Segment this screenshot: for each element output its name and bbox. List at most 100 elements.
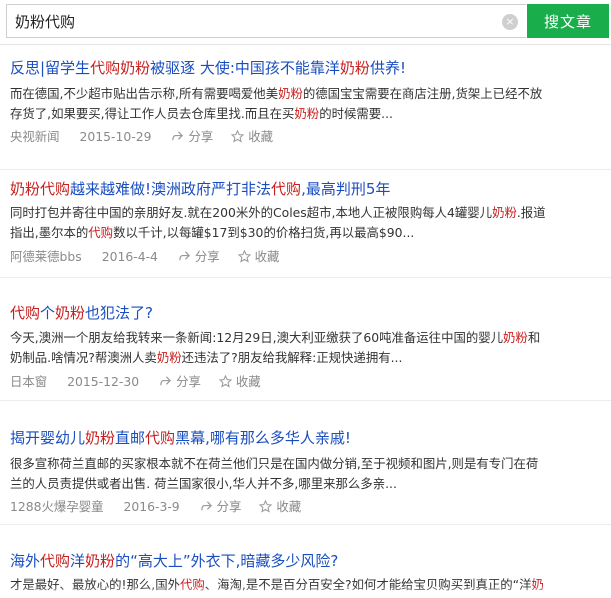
text-segment: 的时候需要... xyxy=(319,106,393,121)
snippet-line: 奶制品.啥情况?帮澳洲人卖奶粉还违法了?朋友给我解释:正规快递拥有... xyxy=(10,348,608,368)
text-segment: 今天,澳洲一个朋友给我转来一条新闻:12月29日,澳大利亚缴获了60吨准备运往中… xyxy=(10,330,504,345)
result-item: 代购个奶粉也犯法了? 今天,澳洲一个朋友给我转来一条新闻:12月29日,澳大利亚… xyxy=(0,278,611,401)
star-icon xyxy=(259,500,273,513)
snippet-line: 很多宣称荷兰直邮的买家根本就不在荷兰他们只是在国内做分销,至于视频和图片,则是有… xyxy=(10,454,608,474)
share-button[interactable]: 分享 xyxy=(200,497,242,516)
snippet-line: 今天,澳洲一个朋友给我转来一条新闻:12月29日,澳大利亚缴获了60吨准备运往中… xyxy=(10,328,608,348)
keyword-highlight: 代购 xyxy=(40,552,71,570)
text-segment: 反思|留学生 xyxy=(10,59,91,77)
result-meta: 央视新闻 2015-10-29 分享 收藏 xyxy=(10,127,287,146)
keyword-highlight: 代购 xyxy=(271,180,302,198)
text-segment: 的德国宝宝需要在商店注册,货架上已经不放 xyxy=(302,86,543,101)
keyword-highlight: 奶粉 xyxy=(339,59,370,77)
result-snippet: 同时打包并寄往中国的亲朋好友.就在200米外的Coles超市,本地人正被限购每人… xyxy=(10,203,608,243)
text-segment: 洋 xyxy=(70,552,86,570)
bottom-fade xyxy=(0,586,611,598)
search-input[interactable] xyxy=(15,5,495,37)
keyword-highlight: 代购 xyxy=(88,225,114,240)
result-snippet: 很多宣称荷兰直邮的买家根本就不在荷兰他们只是在国内做分销,至于视频和图片,则是有… xyxy=(10,454,608,494)
result-title[interactable]: 揭开婴幼儿奶粉直邮代购黑幕,哪有那么多华人亲戚! xyxy=(10,428,351,448)
snippet-line: 兰的人员责提供或者出售. 荷兰国家很小,华人并不多,哪里来那么多亲... xyxy=(10,474,608,494)
search-input-wrap: × xyxy=(6,4,526,38)
search-bar: × 搜文章 xyxy=(0,0,611,45)
text-segment: 很多宣称荷兰直邮的买家根本就不在荷兰他们只是在国内做分销,至于视频和图片,则是有… xyxy=(10,456,539,471)
text-segment: 揭开婴幼儿 xyxy=(10,429,86,447)
result-source[interactable]: 央视新闻 xyxy=(10,128,60,146)
text-segment: 被驱逐 大使:中国孩不能靠洋 xyxy=(150,59,340,77)
favorite-label: 收藏 xyxy=(235,373,261,389)
text-segment: 黑幕,哪有那么多华人亲戚! xyxy=(175,429,351,447)
share-button[interactable]: 分享 xyxy=(159,372,201,391)
keyword-highlight: 代购 xyxy=(145,429,176,447)
text-segment: 存货了,如果要买,得让工作人员去仓库里找.而且在买 xyxy=(10,106,295,121)
snippet-line: 而在德国,不少超市贴出告示称,所有需要喝爱他美奶粉的德国宝宝需要在商店注册,货架… xyxy=(10,84,608,104)
result-meta: 1288火爆孕婴童 2016-3-9 分享 收藏 xyxy=(10,497,315,516)
result-date: 2016-4-4 xyxy=(101,248,158,264)
share-button[interactable]: 分享 xyxy=(171,127,213,146)
favorite-button[interactable]: 收藏 xyxy=(259,497,301,516)
keyword-highlight: 代购 xyxy=(90,59,121,77)
result-title[interactable]: 反思|留学生代购奶粉被驱逐 大使:中国孩不能靠洋奶粉供养! xyxy=(10,58,406,78)
keyword-highlight: 奶粉 xyxy=(278,86,303,101)
text-segment: 而在德国,不少超市贴出告示称,所有需要喝爱他美 xyxy=(10,86,279,101)
text-segment: 还违法了?朋友给我解释:正规快递拥有... xyxy=(181,350,403,365)
result-source[interactable]: 阿德莱德bbs xyxy=(10,248,82,266)
result-date: 2016-3-9 xyxy=(123,498,180,514)
star-icon xyxy=(231,130,245,143)
result-source[interactable]: 日本窗 xyxy=(10,373,47,391)
share-icon xyxy=(160,376,172,386)
share-icon xyxy=(179,251,190,261)
text-segment: 的“高大上”外衣下,暗藏多少风险? xyxy=(115,552,339,570)
text-segment: 兰的人员责提供或者出售. 荷兰国家很小,华人并不多,哪里来那么多亲... xyxy=(10,476,397,491)
result-meta: 日本窗 2015-12-30 分享 收藏 xyxy=(10,372,275,391)
keyword-highlight: 奶粉 xyxy=(55,304,86,322)
text-segment: 个 xyxy=(40,304,56,322)
text-segment: .报道 xyxy=(516,205,546,220)
text-segment: 数以千计,以每罐$17到$30的价格扫货,再以最高$90... xyxy=(113,225,415,240)
favorite-label: 收藏 xyxy=(254,248,280,264)
favorite-label: 收藏 xyxy=(276,498,302,514)
search-button[interactable]: 搜文章 xyxy=(527,4,609,38)
snippet-line: 指出,墨尔本的代购数以千计,以每罐$17到$30的价格扫货,再以最高$90... xyxy=(10,223,608,243)
text-segment: ,最高判刑5年 xyxy=(301,180,391,198)
keyword-highlight: 奶粉 xyxy=(120,59,151,77)
snippet-line: 存货了,如果要买,得让工作人员去仓库里找.而且在买奶粉的时候需要... xyxy=(10,104,608,124)
result-date: 2015-10-29 xyxy=(79,128,152,144)
result-item: 奶粉代购越来越难做!澳洲政府严打非法代购,最高判刑5年 同时打包并寄往中国的亲朋… xyxy=(0,170,611,278)
result-date: 2015-12-30 xyxy=(67,373,140,389)
favorite-button[interactable]: 收藏 xyxy=(237,247,280,266)
text-segment: 也犯法了? xyxy=(85,304,154,322)
keyword-highlight: 奶粉 xyxy=(156,350,182,365)
clear-icon[interactable]: × xyxy=(502,14,518,30)
text-segment: 直邮 xyxy=(115,429,146,447)
share-icon xyxy=(200,501,212,511)
share-label: 分享 xyxy=(216,498,242,514)
result-meta: 阿德莱德bbs 2016-4-4 分享 收藏 xyxy=(10,247,293,266)
result-item: 反思|留学生代购奶粉被驱逐 大使:中国孩不能靠洋奶粉供养! 而在德国,不少超市贴… xyxy=(0,45,611,170)
share-label: 分享 xyxy=(188,128,214,144)
share-label: 分享 xyxy=(194,248,220,264)
keyword-highlight: 奶粉 xyxy=(10,180,41,198)
share-label: 分享 xyxy=(176,373,201,389)
keyword-highlight: 奶粉 xyxy=(85,429,116,447)
share-icon xyxy=(172,131,184,141)
result-source[interactable]: 1288火爆孕婴童 xyxy=(10,498,104,516)
star-icon xyxy=(218,375,232,388)
favorite-button[interactable]: 收藏 xyxy=(218,372,261,391)
share-button[interactable]: 分享 xyxy=(178,247,220,266)
star-icon xyxy=(237,250,251,263)
keyword-highlight: 代购 xyxy=(10,304,41,322)
result-title[interactable]: 代购个奶粉也犯法了? xyxy=(10,303,153,323)
favorite-label: 收藏 xyxy=(248,128,273,144)
text-segment: 同时打包并寄往中国的亲朋好友.就在200米外的Coles超市,本地人正被限购每人… xyxy=(10,205,493,220)
keyword-highlight: 奶粉 xyxy=(503,330,528,345)
keyword-highlight: 代购 xyxy=(40,180,71,198)
result-title[interactable]: 海外代购洋奶粉的“高大上”外衣下,暗藏多少风险? xyxy=(10,551,338,571)
keyword-highlight: 奶粉 xyxy=(492,205,517,220)
result-title[interactable]: 奶粉代购越来越难做!澳洲政府严打非法代购,最高判刑5年 xyxy=(10,179,390,199)
snippet-line: 同时打包并寄往中国的亲朋好友.就在200米外的Coles超市,本地人正被限购每人… xyxy=(10,203,608,223)
keyword-highlight: 奶粉 xyxy=(85,552,116,570)
favorite-button[interactable]: 收藏 xyxy=(231,127,273,146)
result-snippet: 今天,澳洲一个朋友给我转来一条新闻:12月29日,澳大利亚缴获了60吨准备运往中… xyxy=(10,328,608,368)
text-segment: 奶制品.啥情况?帮澳洲人卖 xyxy=(10,350,157,365)
